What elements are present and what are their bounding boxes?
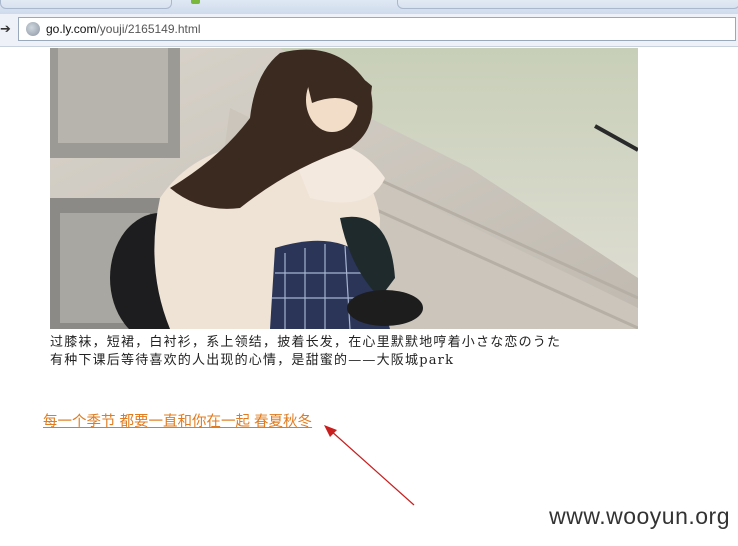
watermark: www.wooyun.org xyxy=(549,503,730,529)
annotation-arrow xyxy=(324,425,415,506)
